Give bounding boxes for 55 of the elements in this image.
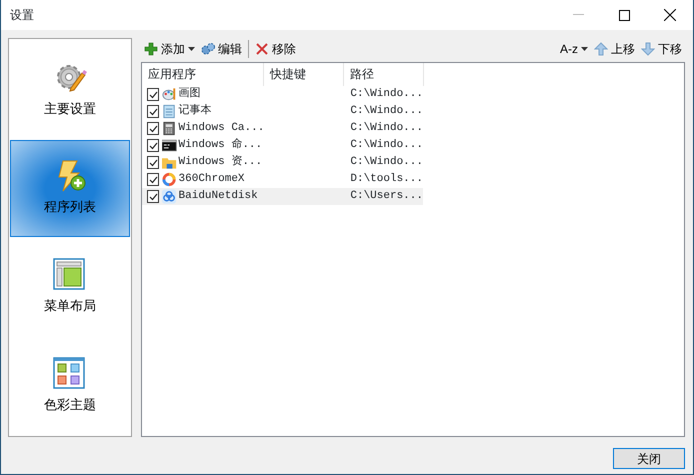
app-name: BaiduNetdisk xyxy=(178,189,259,204)
maximize-icon xyxy=(618,10,630,20)
caret-icon xyxy=(188,46,195,50)
checkbox[interactable] xyxy=(147,105,160,118)
checkbox[interactable] xyxy=(147,156,160,169)
column-header[interactable]: 快捷键 xyxy=(264,63,344,86)
window-title: 设置 xyxy=(9,7,34,24)
file-path: C:\Windo... xyxy=(349,104,423,120)
calculator-icon xyxy=(162,121,177,136)
up-arrow-icon xyxy=(594,42,608,56)
app-name: Windows Ca... xyxy=(178,121,266,136)
column-header[interactable]: 应用程序 xyxy=(142,63,264,86)
column-header[interactable]: 路径 xyxy=(344,63,424,86)
close-dialog-button[interactable]: 关闭 xyxy=(613,448,685,469)
layout-icon xyxy=(53,258,87,292)
sidebar-item[interactable]: 色彩主题 xyxy=(10,337,130,434)
caret-icon xyxy=(581,46,588,50)
dropdown-button[interactable]: 添加 xyxy=(141,40,198,58)
app-name: 记事本 xyxy=(178,103,213,120)
file-path: C:\Users... xyxy=(349,189,423,204)
checkbox[interactable] xyxy=(147,173,160,186)
plus-icon xyxy=(144,42,158,56)
dropdown-button[interactable]: A-z xyxy=(557,40,591,58)
file-path: D:\tools... xyxy=(349,172,423,188)
file-path: C:\Windo... xyxy=(349,138,423,154)
checkbox[interactable] xyxy=(147,139,160,152)
app-name: Windows 命... xyxy=(178,137,264,154)
app-name: 360ChromeX xyxy=(178,172,246,188)
toolbar-button[interactable]: 编辑 xyxy=(198,40,245,58)
ring-icon xyxy=(162,172,177,187)
toolbar-button[interactable]: 下移 xyxy=(638,40,685,58)
app-name: Windows 资... xyxy=(178,154,264,170)
palette-icon xyxy=(162,87,177,102)
file-path: C:\Windo... xyxy=(349,121,423,136)
sidebar-item[interactable]: 主要设置 xyxy=(10,41,130,138)
close-icon xyxy=(664,9,676,21)
terminal-icon xyxy=(162,138,177,153)
close-icon xyxy=(255,42,269,56)
sidebar-item[interactable]: 菜单布局 xyxy=(10,238,130,336)
cloud-icon xyxy=(162,189,177,204)
app-name: 画图 xyxy=(178,86,202,102)
down-arrow-icon xyxy=(641,42,655,56)
toolbar-button[interactable]: 移除 xyxy=(252,40,299,58)
toolbar-button[interactable]: 上移 xyxy=(591,40,638,58)
checkbox[interactable] xyxy=(147,122,160,135)
color-grid-icon xyxy=(53,356,87,391)
gears-icon xyxy=(201,42,215,56)
sidebar-item[interactable]: 程序列表 xyxy=(10,140,130,236)
notepad-icon xyxy=(162,104,177,119)
checkbox[interactable] xyxy=(147,88,160,101)
minimize-icon xyxy=(572,14,584,16)
selected-row[interactable]: BaiduNetdisk C:\Users... xyxy=(142,188,423,205)
file-path: C:\Windo... xyxy=(349,87,423,102)
checkbox[interactable] xyxy=(147,190,160,203)
file-path: C:\Windo... xyxy=(349,155,423,170)
